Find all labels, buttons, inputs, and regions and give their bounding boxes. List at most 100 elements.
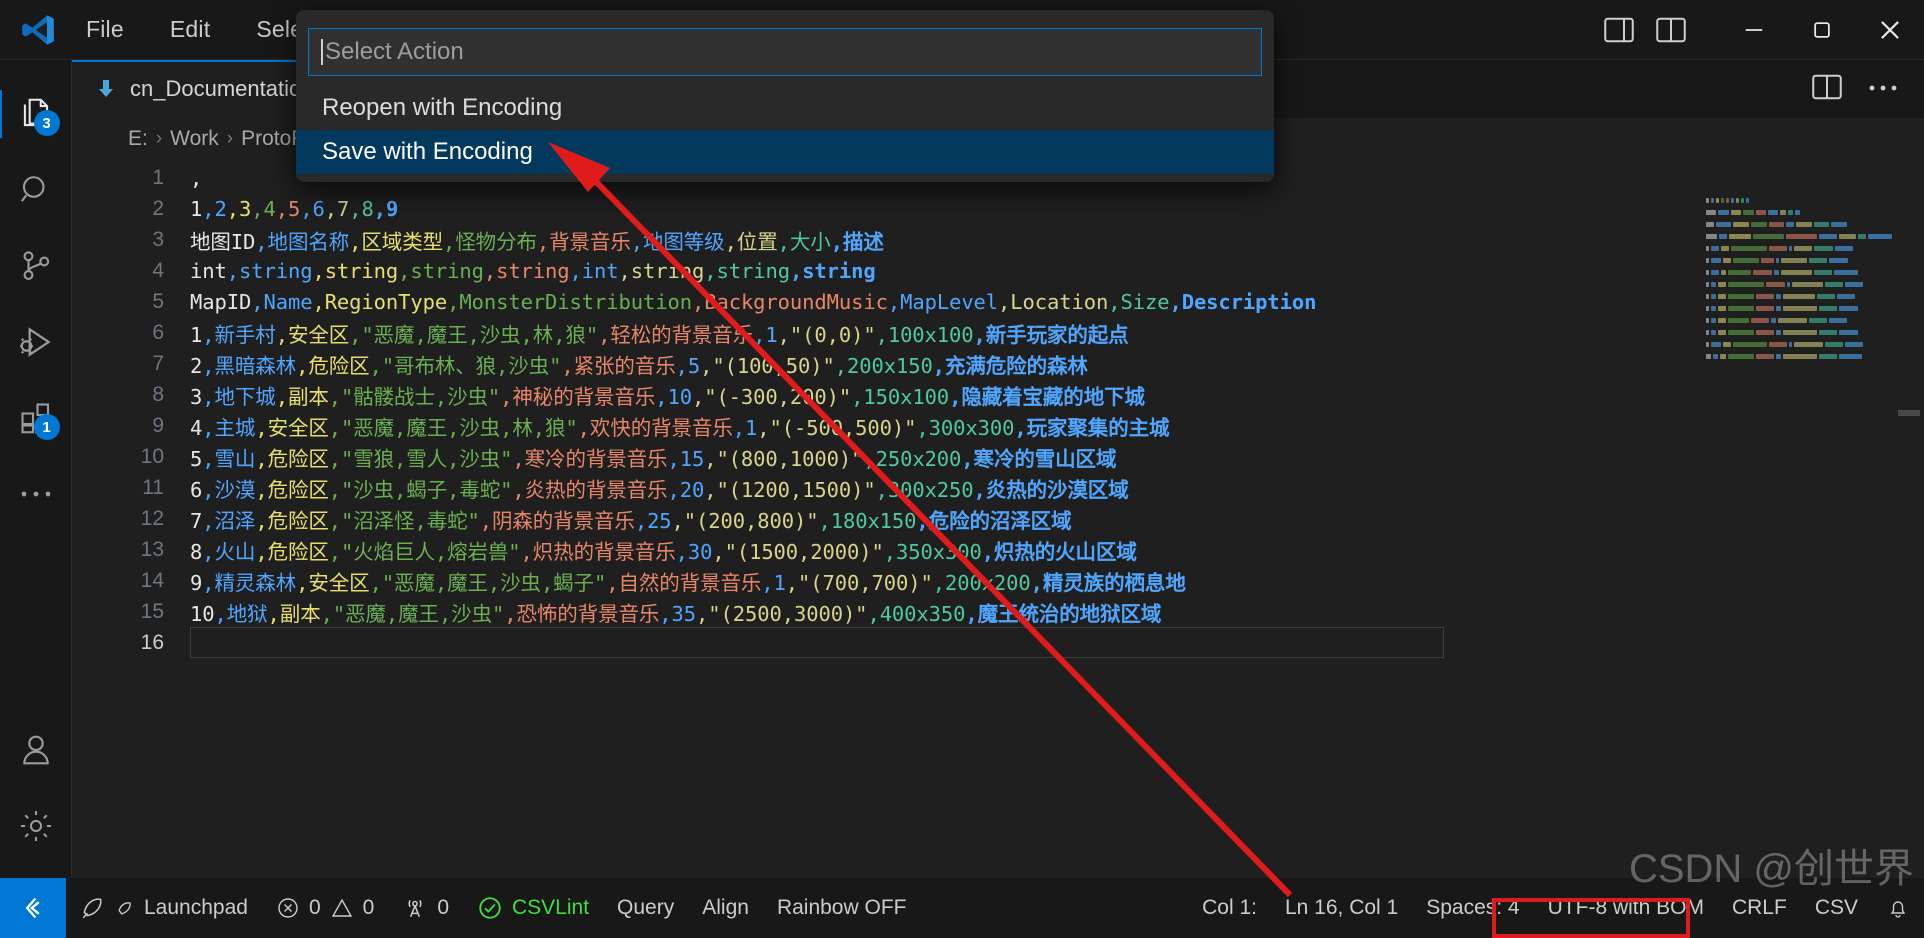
minimap-line [1702,232,1892,240]
sidebar-item-run-and-debug[interactable] [0,304,72,380]
code-lines[interactable]: 1, 2 1,2,3,4,5,6,7,8,9 3 地图ID,地图名称,区域类型,怪物分布… [72,160,1924,658]
code-text[interactable]: 1,2,3,4,5,6,7,8,9 [190,197,398,221]
minimize-button[interactable] [1720,0,1788,60]
explorer-badge: 3 [33,110,60,136]
code-line[interactable]: 12 7,沼泽,危险区,"沼泽怪,毒蛇",阴森的背景音乐,25,"(200,800… [72,503,1924,534]
code-line[interactable]: 7 2,黑暗森林,危险区,"哥布林、狼,沙虫",紧张的音乐,5,"(100,50)… [72,348,1924,379]
close-button[interactable] [1856,0,1924,60]
code-line[interactable]: 13 8,火山,危险区,"火焰巨人,熔岩兽",炽热的背景音乐,30,"(1500,… [72,534,1924,565]
code-text[interactable]: 2,黑暗森林,危险区,"哥布林、狼,沙虫",紧张的音乐,5,"(100,50)"… [190,349,1088,379]
minimap-line [1702,256,1892,264]
split-editor-icon[interactable] [1812,74,1842,105]
status-ports[interactable]: 0 [388,878,463,938]
minimap-line [1702,316,1892,324]
code-text[interactable]: 5,雪山,危险区,"雪狼,雪人,沙虫",寒冷的背景音乐,15,"(800,100… [190,442,1116,472]
code-text[interactable]: , [190,166,202,190]
quick-pick-option-save-with-encoding[interactable]: Save with Encoding [296,130,1274,174]
scrollbar-thumb[interactable] [1898,410,1920,416]
line-number: 13 [140,537,164,561]
code-text[interactable]: 地图ID,地图名称,区域类型,怪物分布,背景音乐,地图等级,位置,大小,描述 [190,225,884,255]
menu-item-file[interactable]: File [80,12,130,47]
quick-pick-input-wrap[interactable]: Select Action [308,28,1262,76]
line-number: 15 [140,599,164,623]
quick-pick-dropdown[interactable]: Select Action Reopen with Encoding Save … [296,10,1274,182]
code-line[interactable]: 15 10,地狱,副本,"恶魔,魔王,沙虫",恐怖的背景音乐,35,"(2500,… [72,596,1924,627]
quick-pick-option-reopen-with-encoding[interactable]: Reopen with Encoding [296,86,1274,130]
code-line[interactable]: 3 地图ID,地图名称,区域类型,怪物分布,背景音乐,地图等级,位置,大小,描述 [72,224,1924,255]
line-number: 12 [140,506,164,530]
line-number: 5 [152,289,164,313]
status-indentation[interactable]: Spaces: 4 [1412,878,1533,938]
status-col-indicator[interactable]: Col 1: [1188,878,1271,938]
editor-scrollbar[interactable] [1892,160,1924,878]
chevron-right-icon: › [226,128,234,149]
manage-gear-icon[interactable] [0,788,72,864]
warning-count: 0 [362,896,375,919]
quick-pick-placeholder: Select Action [325,38,464,65]
editor-pane[interactable]: 1, 2 1,2,3,4,5,6,7,8,9 3 地图ID,地图名称,区域类型,怪物分布… [72,160,1924,878]
accounts-button[interactable] [0,712,72,788]
sidebar-item-source-control[interactable] [0,228,72,304]
code-line[interactable]: 16 [72,627,1924,658]
code-line[interactable]: 2 1,2,3,4,5,6,7,8,9 [72,193,1924,224]
vscode-window: File Edit Selection [0,0,1924,938]
line-number: 7 [152,351,164,375]
sidebar-item-explorer[interactable]: 3 [0,76,72,152]
code-text[interactable]: MapID,Name,RegionType,MonsterDistributio… [190,290,1316,314]
error-count: 0 [308,896,321,919]
code-line[interactable]: 6 1,新手村,安全区,"恶魔,魔王,沙虫,林,狼",轻松的背景音乐,1,"(0,… [72,317,1924,348]
code-line[interactable]: 9 4,主城,安全区,"恶魔,魔王,沙虫,林,狼",欢快的背景音乐,1,"(-50… [72,410,1924,441]
status-problems[interactable]: 0 0 [262,878,388,938]
minimap-line [1702,292,1892,300]
minimap-line [1702,196,1892,204]
code-text[interactable]: int,string,string,string,string,int,stri… [190,259,876,283]
editor-actions [1786,60,1924,118]
split-layout-icon[interactable] [1656,17,1686,43]
panel-layout-icon[interactable] [1604,17,1634,43]
tab-label: cn_Documentation [130,76,314,101]
more-actions-icon[interactable] [1868,80,1898,98]
download-arrow-icon [94,77,118,101]
minimap-line [1702,352,1892,360]
status-query[interactable]: Query [603,878,688,938]
code-text[interactable]: 4,主城,安全区,"恶魔,魔王,沙虫,林,狼",欢快的背景音乐,1,"(-500… [190,411,1170,441]
code-line[interactable]: 10 5,雪山,危险区,"雪狼,雪人,沙虫",寒冷的背景音乐,15,"(800,1… [72,441,1924,472]
minimap-line [1702,244,1892,252]
sidebar-item-search[interactable] [0,152,72,228]
code-line[interactable]: 5 MapID,Name,RegionType,MonsterDistributi… [72,286,1924,317]
status-rainbow[interactable]: Rainbow OFF [763,878,921,938]
breadcrumb-part-work[interactable]: Work [170,127,219,151]
vscode-logo-icon [18,10,58,50]
code-text[interactable]: 7,沼泽,危险区,"沼泽怪,毒蛇",阴森的背景音乐,25,"(200,800)"… [190,504,1072,534]
line-number: 6 [152,320,164,344]
menu-item-edit[interactable]: Edit [164,12,216,47]
status-csvlint[interactable]: CSVLint [463,878,603,938]
remote-window-button[interactable] [0,878,66,938]
status-align[interactable]: Align [688,878,763,938]
sidebar-item-more[interactable] [0,456,72,532]
line-number: 9 [152,413,164,437]
code-text[interactable]: 9,精灵森林,安全区,"恶魔,魔王,沙虫,蝎子",自然的背景音乐,1,"(700… [190,566,1186,596]
status-launchpad[interactable]: Launchpad [66,878,262,938]
chevron-right-icon: › [155,128,163,149]
line-number: 4 [152,258,164,282]
code-text[interactable]: 6,沙漠,危险区,"沙虫,蝎子,毒蛇",炎热的背景音乐,20,"(1200,15… [190,473,1129,503]
activity-bar-bottom [0,712,72,878]
code-text[interactable]: 8,火山,危险区,"火焰巨人,熔岩兽",炽热的背景音乐,30,"(1500,20… [190,535,1137,565]
text-caret [321,39,323,65]
breadcrumb-part-drive[interactable]: E: [128,127,148,151]
code-text[interactable]: 3,地下城,副本,"骷髅战士,沙虫",神秘的背景音乐,10,"(-300,200… [190,380,1145,410]
code-text[interactable]: 10,地狱,副本,"恶魔,魔王,沙虫",恐怖的背景音乐,35,"(2500,30… [190,597,1161,627]
minimap-line [1702,280,1892,288]
line-number: 3 [152,227,164,251]
status-cursor-position[interactable]: Ln 16, Col 1 [1271,878,1412,938]
code-line[interactable]: 11 6,沙漠,危险区,"沙虫,蝎子,毒蛇",炎热的背景音乐,20,"(1200,… [72,472,1924,503]
code-line[interactable]: 14 9,精灵森林,安全区,"恶魔,魔王,沙虫,蝎子",自然的背景音乐,1,"(7… [72,565,1924,596]
code-line[interactable]: 4 int,string,string,string,string,int,str… [72,255,1924,286]
code-text[interactable]: 1,新手村,安全区,"恶魔,魔王,沙虫,林,狼",轻松的背景音乐,1,"(0,0… [190,318,1129,348]
extensions-badge: 1 [33,414,60,440]
code-line[interactable]: 8 3,地下城,副本,"骷髅战士,沙虫",神秘的背景音乐,10,"(-300,20… [72,379,1924,410]
maximize-button[interactable] [1788,0,1856,60]
minimap[interactable] [1702,160,1892,878]
sidebar-item-extensions[interactable]: 1 [0,380,72,456]
